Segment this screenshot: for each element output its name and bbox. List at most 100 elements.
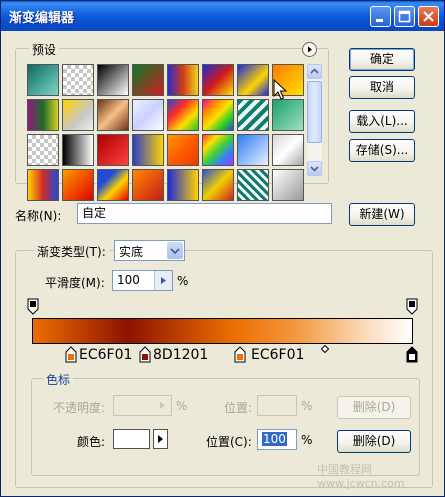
preset-swatch[interactable] [97, 64, 129, 96]
name-label: 名称(N): [15, 209, 62, 223]
triangle-right-icon [161, 277, 166, 284]
preset-swatch[interactable] [27, 134, 59, 166]
preset-swatch[interactable] [167, 64, 199, 96]
color-stop-1[interactable] [65, 346, 77, 363]
mouse-cursor-icon [273, 79, 287, 100]
dropdown-button[interactable] [167, 242, 183, 259]
preset-swatch[interactable] [237, 134, 269, 166]
smoothness-unit: % [177, 274, 189, 288]
opacity-input [113, 395, 172, 416]
color-label: 颜色: [77, 435, 106, 449]
color-stop-1-label: EC6F01 [79, 347, 133, 363]
chevron-down-icon [170, 248, 180, 255]
preset-swatch[interactable] [132, 134, 164, 166]
close-icon [423, 11, 434, 22]
chevron-up-icon [310, 68, 319, 74]
opacity-location-label: 位置: [224, 401, 253, 415]
preset-swatch[interactable] [27, 64, 59, 96]
opacity-slider-toggle [154, 396, 171, 415]
preset-swatch[interactable] [202, 99, 234, 131]
opacity-unit: % [176, 399, 188, 413]
smoothness-slider-toggle[interactable] [154, 271, 172, 290]
gradient-type-value: 实底 [119, 245, 144, 259]
triangle-right-icon [160, 402, 165, 409]
color-location-label: 位置(C): [206, 435, 252, 449]
gradient-type-select[interactable]: 实底 [114, 240, 185, 261]
minimize-button[interactable] [370, 6, 391, 27]
preset-swatch[interactable] [62, 169, 94, 201]
maximize-button[interactable] [394, 6, 415, 27]
save-button[interactable]: 存储(S)... [349, 139, 415, 162]
color-location-unit: % [301, 433, 313, 447]
maximize-icon [398, 10, 411, 23]
delete-color-stop-button[interactable]: 删除(D) [337, 430, 411, 453]
midpoint-diamond-icon[interactable] [321, 345, 329, 353]
opacity-location-input [257, 395, 297, 416]
presets-menu-button[interactable] [302, 42, 317, 57]
cancel-button[interactable]: 取消 [349, 76, 415, 99]
new-button[interactable]: 新建(W) [349, 203, 415, 226]
preset-swatch[interactable] [167, 169, 199, 201]
preset-swatch[interactable] [132, 64, 164, 96]
smoothness-input[interactable]: 100 [112, 270, 173, 291]
color-stop-2[interactable] [139, 346, 151, 363]
preset-swatch[interactable] [97, 99, 129, 131]
ok-button[interactable]: 确定 [349, 48, 415, 71]
chevron-down-icon [310, 166, 319, 172]
preset-swatch[interactable] [97, 169, 129, 201]
close-button[interactable] [418, 6, 439, 27]
preset-swatch[interactable] [202, 64, 234, 96]
scroll-down-button[interactable] [307, 161, 322, 176]
color-stop-2-label: 8D1201 [153, 347, 209, 363]
preset-swatch[interactable] [202, 169, 234, 201]
window-title: 渐变编辑器 [9, 11, 75, 26]
triangle-right-icon [158, 435, 163, 443]
preset-swatch[interactable] [202, 134, 234, 166]
preset-swatch[interactable] [62, 64, 94, 96]
scroll-up-button[interactable] [307, 64, 322, 79]
color-stop-3-label: EC6F01 [251, 347, 305, 363]
presets-label: 预设 [29, 41, 60, 58]
stops-group-label: 色标 [43, 371, 74, 388]
presets-scrollbar[interactable] [307, 64, 322, 176]
preset-swatch[interactable] [62, 99, 94, 131]
preset-swatch[interactable] [132, 99, 164, 131]
delete-opacity-stop-button: 删除(D) [337, 396, 411, 419]
opacity-stop-left[interactable] [27, 298, 39, 315]
color-menu-button[interactable] [153, 429, 168, 449]
preset-swatch[interactable] [167, 99, 199, 131]
color-stop-3[interactable] [234, 346, 246, 363]
preset-swatch[interactable] [62, 134, 94, 166]
preset-swatch[interactable] [237, 99, 269, 131]
preset-swatch[interactable] [237, 64, 269, 96]
preset-swatch[interactable] [272, 99, 304, 131]
title-bar[interactable]: 渐变编辑器 [1, 1, 444, 31]
preset-swatch[interactable] [27, 99, 59, 131]
smoothness-label: 平滑度(M): [45, 276, 105, 290]
preset-swatch[interactable] [132, 169, 164, 201]
opacity-stop-right[interactable] [406, 298, 418, 315]
color-location-input[interactable]: 100 [257, 429, 297, 450]
preset-swatch[interactable] [97, 134, 129, 166]
color-stop-4-selected[interactable] [406, 346, 418, 363]
gradient-type-label: 渐变类型(T): [34, 243, 109, 260]
watermark-text: 中国教程网 www.jcwcn.com [317, 463, 405, 490]
triangle-right-icon [308, 46, 312, 53]
gradient-preview-bar[interactable] [32, 318, 413, 344]
load-button[interactable]: 载入(L)... [349, 110, 415, 133]
minimize-icon [376, 19, 383, 22]
preset-swatch[interactable] [237, 169, 269, 201]
preset-swatch[interactable] [272, 134, 304, 166]
preset-swatch[interactable] [167, 134, 199, 166]
color-swatch[interactable] [113, 429, 150, 449]
opacity-location-unit: % [301, 399, 313, 413]
opacity-label: 不透明度: [53, 401, 106, 415]
color-location-value: 100 [262, 432, 287, 446]
preset-swatch[interactable] [27, 169, 59, 201]
scroll-thumb[interactable] [307, 81, 322, 143]
smoothness-value: 100 [117, 273, 140, 287]
gradient-editor-window: 渐变编辑器 预设 确定 取消 载入(L)... 存储(S)... 名称(N): … [0, 0, 445, 497]
preset-swatch[interactable] [272, 169, 304, 201]
name-input[interactable]: 自定 [77, 203, 332, 224]
preset-swatch-grid [27, 64, 307, 201]
